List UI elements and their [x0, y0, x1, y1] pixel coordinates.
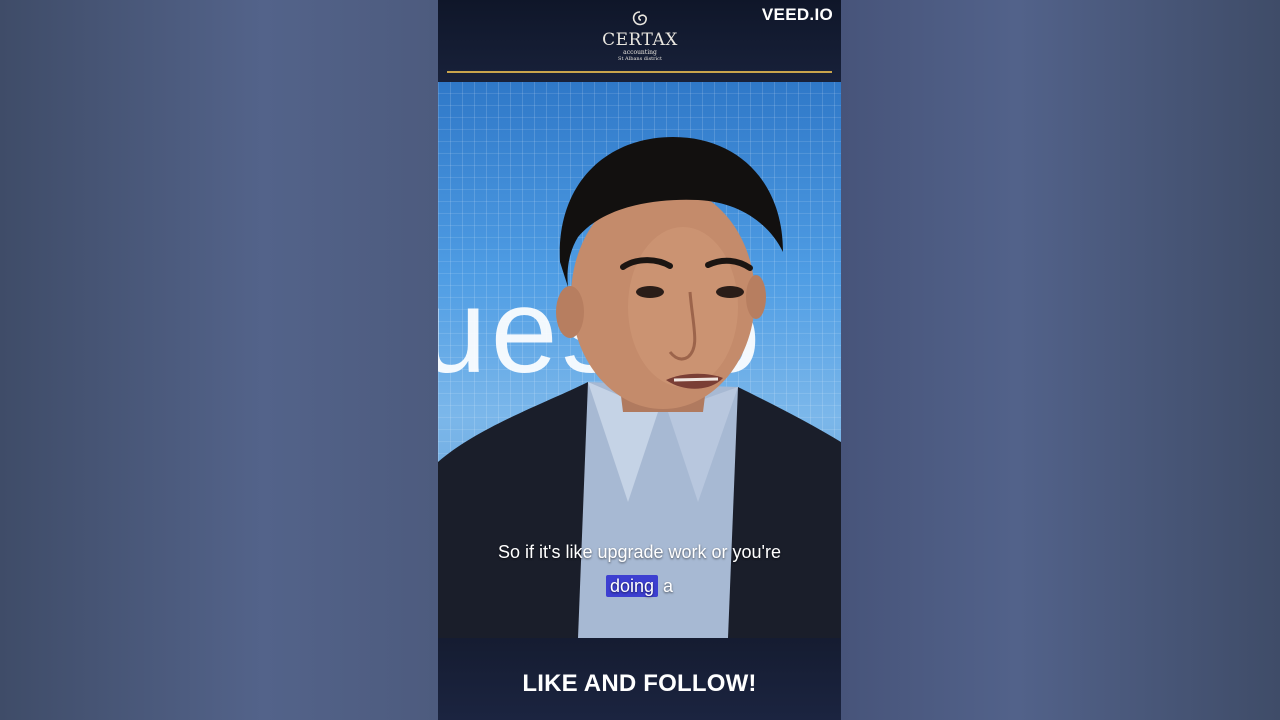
blurred-background-right [841, 0, 1280, 720]
subtitle-line-2: doing a [438, 575, 841, 597]
subtitle-text-2: a [658, 576, 674, 596]
certax-logo: CERTAX accounting St Albans district [588, 10, 692, 70]
speaker-scene: ues io [438, 82, 841, 638]
brand-subtitle: accounting [623, 49, 657, 56]
swirl-icon [632, 11, 647, 26]
brand-region: St Albans district [618, 56, 662, 62]
header-banner: CERTAX accounting St Albans district VEE… [438, 0, 841, 82]
blurred-background-left [0, 0, 438, 720]
subtitle-highlighted-word: doing [605, 575, 659, 597]
like-and-follow-cta: LIKE AND FOLLOW! [522, 670, 757, 697]
gold-divider [447, 71, 832, 73]
brand-name: CERTAX [602, 30, 678, 50]
screen: CERTAX accounting St Albans district VEE… [0, 0, 1280, 720]
subtitle-text-1: So if it's like upgrade work or you're [498, 542, 781, 562]
subtitle-line-1: So if it's like upgrade work or you're [438, 542, 841, 563]
video-frame[interactable]: CERTAX accounting St Albans district VEE… [438, 0, 841, 720]
veed-watermark: VEED.IO [761, 5, 833, 24]
